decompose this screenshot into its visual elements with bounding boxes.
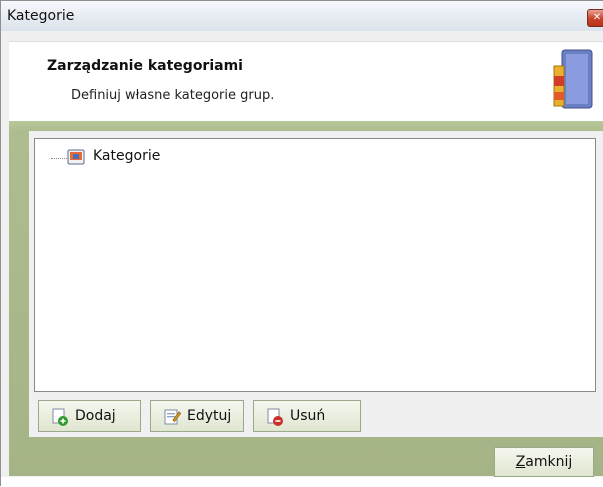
add-button-label: Dodaj	[75, 408, 116, 424]
category-tree-icon	[67, 149, 85, 165]
tree-connector	[51, 158, 67, 159]
add-icon	[52, 408, 68, 426]
window-title: Kategorie	[7, 8, 75, 24]
edit-button-label: Edytuj	[187, 408, 232, 424]
delete-icon	[267, 408, 283, 426]
category-dialog: Kategorie ✕ Zarządzanie kategoriami Defi…	[0, 0, 603, 487]
close-button-mnemonic: Z	[515, 454, 526, 470]
close-button-label: amknij	[525, 454, 573, 470]
delete-button-label: Usuń	[290, 408, 326, 424]
close-icon[interactable]: ✕	[587, 9, 603, 27]
category-tree[interactable]	[34, 138, 596, 392]
header-subtitle: Definiuj własne kategorie grup.	[71, 88, 275, 103]
edit-icon	[164, 409, 181, 425]
edit-button[interactable]: Edytuj	[150, 400, 244, 432]
title-bar[interactable]: Kategorie ✕	[1, 1, 603, 31]
tree-root-label[interactable]: Kategorie	[93, 148, 160, 164]
delete-button[interactable]: Usuń	[253, 400, 361, 432]
add-button[interactable]: Dodaj	[38, 400, 141, 432]
close-button[interactable]: Zamknij	[494, 447, 594, 477]
books-icon	[553, 49, 593, 109]
header-title: Zarządzanie kategoriami	[47, 58, 243, 74]
header-panel: Zarządzanie kategoriami Definiuj własne …	[9, 41, 603, 122]
